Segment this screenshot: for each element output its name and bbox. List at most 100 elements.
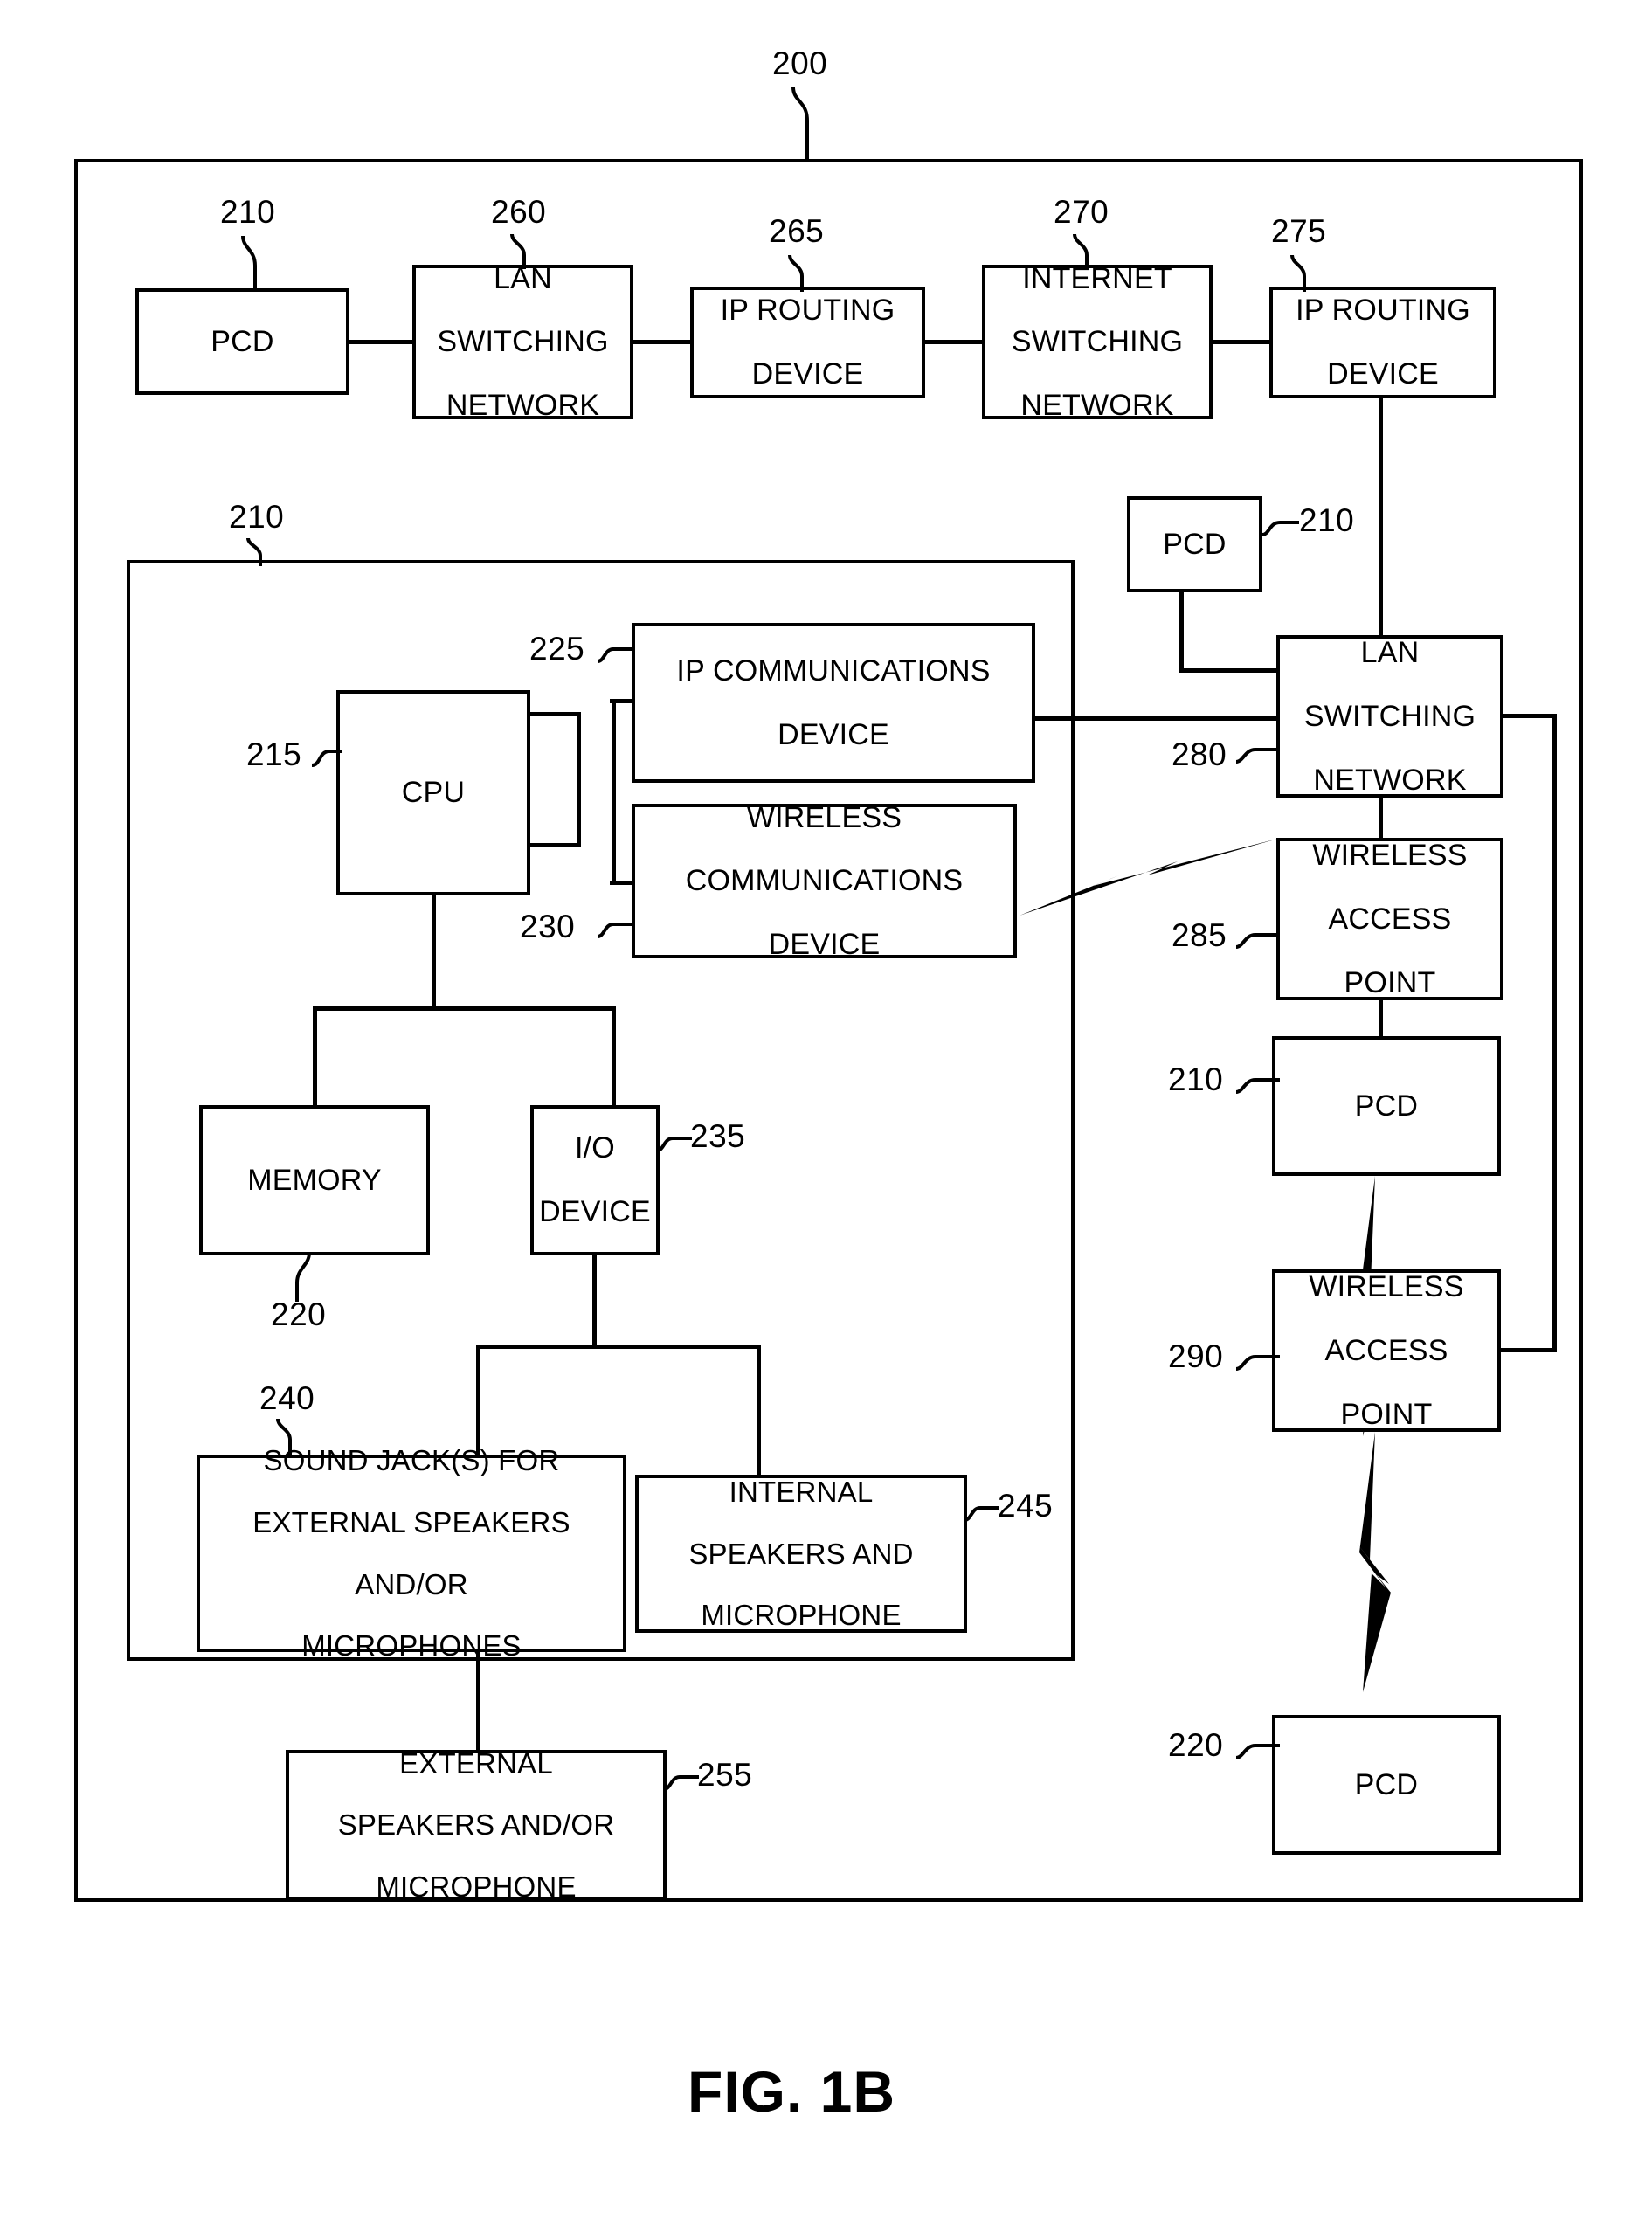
ref-number-270: 270 (1054, 194, 1109, 230)
ref-number-210-lower: 210 (1168, 1061, 1224, 1097)
connector-to-internal-speakers (757, 1345, 761, 1489)
bus-cpu-to-ip-comms-upper (529, 712, 581, 716)
leader-line-210-lower (1234, 1073, 1282, 1101)
component-box-ip-communications-device-225: IP COMMUNICATIONS DEVICE (632, 623, 1035, 783)
ref-number-200: 200 (772, 45, 828, 81)
top-row-box-pcd-210: PCD (135, 288, 349, 395)
connector-io-split-bar (476, 1345, 760, 1349)
leader-line-275 (1287, 253, 1322, 294)
ref-number-265: 265 (769, 213, 825, 249)
leader-line-270 (1069, 232, 1104, 271)
ref-number-210-detail: 210 (229, 499, 285, 535)
leader-line-255 (662, 1770, 701, 1798)
connector-pcd-to-lan-260 (348, 340, 414, 344)
connector-into-wap-290 (1499, 1348, 1555, 1352)
right-column-box-pcd-220: PCD (1272, 1715, 1501, 1855)
leader-line-290 (1234, 1350, 1282, 1378)
leader-line-260 (507, 232, 542, 271)
ref-number-255: 255 (697, 1757, 753, 1793)
component-box-cpu-215: CPU (336, 690, 530, 895)
box-label: PCD (1354, 1089, 1419, 1123)
leader-line-245 (963, 1501, 1001, 1529)
leader-line-240 (273, 1417, 308, 1457)
right-column-box-wireless-access-point-290: WIRELESS ACCESS POINT (1272, 1269, 1501, 1432)
leader-line-220-memory (288, 1251, 323, 1303)
leader-line-210-top (236, 234, 271, 292)
leader-line-235 (655, 1131, 694, 1159)
wireless-link-bolt-230-285 (1016, 837, 1280, 917)
box-label: IP ROUTING DEVICE (720, 294, 895, 391)
connector-to-sound-jacks (476, 1345, 480, 1460)
connector-lan-280-right-vertical (1552, 714, 1557, 1352)
connector-ip-routing-275-to-lan-280 (1379, 396, 1383, 637)
bus-vertical-comms (612, 699, 616, 884)
top-row-box-ip-routing-device-265: IP ROUTING DEVICE (690, 287, 925, 398)
top-row-box-internet-switching-network-270: INTERNET SWITCHING NETWORK (982, 261, 1213, 423)
leader-line-210-detail (243, 536, 278, 568)
ref-number-260: 260 (491, 194, 547, 230)
ref-number-210-top: 210 (220, 194, 276, 230)
box-label: CPU (401, 776, 466, 810)
wireless-link-bolt-290-220 (1351, 1430, 1412, 1692)
leader-line-230 (596, 919, 634, 947)
leader-line-225 (596, 642, 634, 670)
ref-number-225: 225 (529, 631, 585, 667)
top-row-box-ip-routing-device-275: IP ROUTING DEVICE (1269, 287, 1496, 398)
box-label: MEMORY (247, 1163, 382, 1197)
component-box-internal-speakers-245: INTERNAL SPEAKERS AND MICROPHONE (635, 1475, 967, 1633)
box-label: LAN SWITCHING NETWORK (437, 261, 609, 423)
right-column-box-pcd-210: PCD (1127, 496, 1262, 592)
connector-to-io-device (612, 1006, 616, 1108)
ref-number-210-right: 210 (1299, 502, 1355, 538)
component-box-external-speakers-255: EXTERNAL SPEAKERS AND/OR MICROPHONE (286, 1746, 667, 1903)
connector-lan-280-to-wap-285 (1379, 795, 1383, 840)
connector-pcd-210-right-into-lan-280 (1179, 668, 1280, 673)
right-column-box-pcd-210-lower: PCD (1272, 1036, 1501, 1176)
ref-number-220-memory: 220 (271, 1296, 327, 1332)
box-label: PCD (211, 324, 274, 358)
leader-line-210-right (1261, 515, 1301, 543)
box-label: INTERNAL SPEAKERS AND MICROPHONE (688, 1476, 914, 1632)
patent-figure-1b: 200 PCD 210 LAN SWITCHING NETWORK 260 IP… (0, 0, 1652, 2226)
box-label: LAN SWITCHING NETWORK (1303, 636, 1476, 797)
ref-number-245: 245 (998, 1488, 1054, 1524)
right-column-box-wireless-access-point-285: WIRELESS ACCESS POINT (1276, 838, 1503, 1000)
top-row-box-lan-switching-network-260: LAN SWITCHING NETWORK (412, 261, 633, 423)
ref-number-235: 235 (690, 1118, 746, 1154)
bus-cpu-to-wireless-lower (529, 843, 581, 847)
box-label: EXTERNAL SPEAKERS AND/OR MICROPHONE (337, 1746, 615, 1903)
connector-internet-270-to-ip-routing-275 (1211, 340, 1271, 344)
ref-number-285: 285 (1172, 917, 1227, 953)
box-label: IP COMMUNICATIONS DEVICE (676, 653, 991, 751)
leader-line-215 (310, 741, 345, 772)
box-label: PCD (1163, 527, 1227, 561)
connector-lan-260-to-ip-routing-265 (632, 340, 692, 344)
ref-number-275: 275 (1271, 213, 1327, 249)
box-label: WIRELESS ACCESS POINT (1309, 1270, 1464, 1431)
component-box-io-device-235: I/O DEVICE (530, 1105, 660, 1255)
component-box-wireless-communications-device-230: WIRELESS COMMUNICATIONS DEVICE (632, 800, 1017, 962)
box-label: WIRELESS COMMUNICATIONS DEVICE (685, 800, 964, 962)
box-label: IP ROUTING DEVICE (1296, 294, 1470, 391)
box-label: SOUND JACK(S) FOR EXTERNAL SPEAKERS AND/… (252, 1444, 570, 1663)
right-column-box-lan-switching-network-280: LAN SWITCHING NETWORK (1276, 635, 1503, 798)
leader-line-285 (1234, 928, 1282, 956)
ref-number-230: 230 (520, 909, 576, 944)
connector-ip-routing-265-to-internet-270 (923, 340, 984, 344)
bus-vertical-cpu-right (577, 712, 581, 847)
connector-io-down (592, 1253, 597, 1347)
box-label: PCD (1354, 1767, 1419, 1801)
connector-sound-jacks-to-external-speakers (476, 1650, 480, 1752)
connector-cpu-split-bar (313, 1006, 615, 1011)
connector-cpu-down (432, 894, 436, 1009)
ref-number-240: 240 (259, 1380, 315, 1416)
figure-caption: FIG. 1B (688, 2059, 896, 2124)
connector-to-memory (313, 1006, 317, 1108)
component-box-memory-220: MEMORY (199, 1105, 430, 1255)
ref-number-220-pcd: 220 (1168, 1727, 1224, 1763)
ref-number-215: 215 (246, 736, 302, 772)
connector-pcd-210-right-down (1179, 591, 1184, 671)
leader-line-220-pcd (1234, 1739, 1282, 1766)
box-label: INTERNET SWITCHING NETWORK (1011, 261, 1184, 423)
ref-number-280: 280 (1172, 736, 1227, 772)
